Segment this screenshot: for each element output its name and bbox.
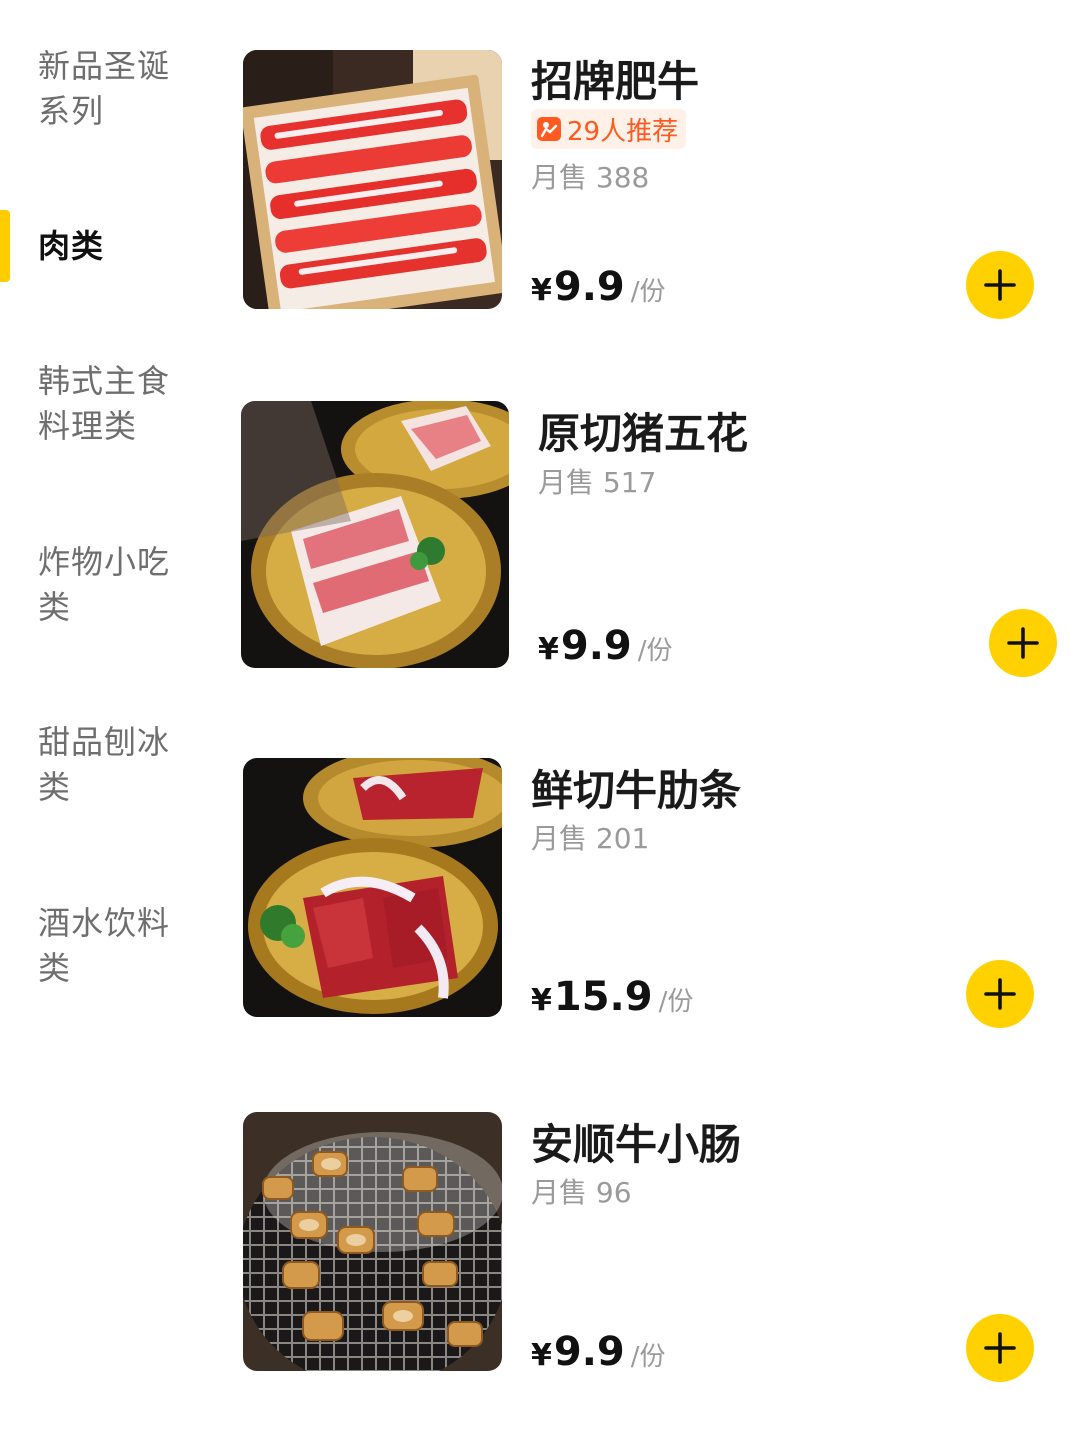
add-to-cart-button[interactable] — [989, 609, 1057, 677]
category-label-line2: 类 — [38, 588, 72, 626]
product-name[interactable]: 鲜切牛肋条 — [531, 757, 741, 818]
category-label-line2: 料理类 — [38, 407, 138, 445]
plus-icon — [984, 1332, 1016, 1364]
beef-slices-tray-image[interactable] — [243, 50, 502, 309]
category-fried-snacks[interactable]: 炸物小吃 类 — [38, 540, 178, 630]
product-name[interactable]: 招牌肥牛 — [531, 48, 699, 109]
plus-icon — [984, 269, 1016, 301]
price-amount: 9.9 — [553, 1329, 625, 1375]
monthly-sales: 月售 201 — [531, 822, 650, 855]
currency-symbol: ¥ — [531, 1338, 552, 1373]
category-korean-staples[interactable]: 韩式主食 料理类 — [38, 359, 178, 449]
price-amount: 15.9 — [553, 974, 653, 1020]
product-price: ¥ 9.9 /份 — [531, 1329, 666, 1375]
plus-icon — [984, 978, 1016, 1010]
category-label-line1: 韩式主食 — [38, 362, 171, 400]
currency-symbol: ¥ — [538, 632, 559, 667]
category-label-line2: 系列 — [38, 92, 105, 130]
price-amount: 9.9 — [553, 264, 625, 310]
add-to-cart-button[interactable] — [966, 960, 1034, 1028]
price-unit: /份 — [630, 277, 666, 307]
product-name[interactable]: 原切猪五花 — [538, 400, 748, 461]
product-price: ¥ 9.9 /份 — [531, 264, 666, 310]
category-new-christmas[interactable]: 新品圣诞 系列 — [38, 44, 178, 134]
plus-icon — [1007, 627, 1039, 659]
category-label-line1: 炸物小吃 — [38, 543, 171, 581]
category-label-line1: 甜品刨冰 — [38, 723, 171, 761]
category-desserts[interactable]: 甜品刨冰 类 — [38, 720, 178, 810]
category-label-line2: 类 — [38, 768, 72, 806]
menu-page: 新品圣诞 系列 肉类 韩式主食 料理类 炸物小吃 类 甜品刨冰 类 酒水饮料 类 — [0, 0, 1080, 1440]
category-meat[interactable]: 肉类 — [38, 224, 178, 269]
category-drinks[interactable]: 酒水饮料 类 — [38, 901, 178, 991]
grilled-intestine-image[interactable] — [243, 1112, 502, 1371]
recommend-badge: 29人推荐 — [531, 109, 687, 149]
category-label-line1: 肉类 — [38, 227, 105, 265]
price-unit: /份 — [637, 636, 673, 666]
currency-symbol: ¥ — [531, 983, 552, 1018]
product-price: ¥ 15.9 /份 — [531, 974, 693, 1020]
category-label-line1: 新品圣诞 — [38, 47, 171, 85]
category-sidebar: 新品圣诞 系列 肉类 韩式主食 料理类 炸物小吃 类 甜品刨冰 类 酒水饮料 类 — [0, 0, 220, 1440]
thumbs-up-icon — [537, 117, 561, 141]
product-price: ¥ 9.9 /份 — [538, 623, 673, 669]
recommend-badge-text: 29人推荐 — [567, 116, 679, 147]
category-label-line1: 酒水饮料 — [38, 904, 171, 942]
monthly-sales: 月售 517 — [538, 466, 657, 499]
price-amount: 9.9 — [560, 623, 632, 669]
monthly-sales: 月售 96 — [531, 1176, 632, 1209]
add-to-cart-button[interactable] — [966, 251, 1034, 319]
monthly-sales: 月售 388 — [531, 161, 650, 194]
beef-rib-strips-plate-image[interactable] — [243, 758, 502, 1017]
price-unit: /份 — [630, 1342, 666, 1372]
active-category-indicator — [0, 210, 10, 282]
currency-symbol: ¥ — [531, 273, 552, 308]
product-name[interactable]: 安顺牛小肠 — [531, 1111, 741, 1172]
price-unit: /份 — [658, 987, 694, 1017]
pork-belly-plate-image[interactable] — [241, 401, 509, 668]
category-label-line2: 类 — [38, 949, 72, 987]
add-to-cart-button[interactable] — [966, 1314, 1034, 1382]
